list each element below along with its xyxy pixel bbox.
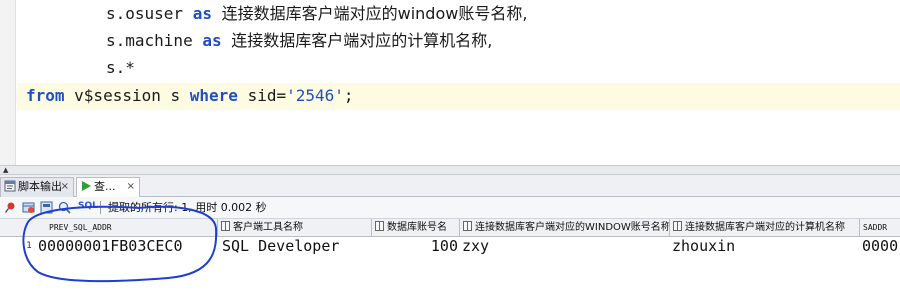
keyword-where: where bbox=[189, 86, 238, 105]
table-row[interactable]: 1 00000001FB03CEC0 SQL Developer 100 zxy… bbox=[0, 237, 900, 255]
column-icon bbox=[221, 221, 230, 231]
cell-db-account[interactable]: 100 bbox=[372, 237, 458, 255]
column-header-label: 连接数据库客户端对应的计算机名称 bbox=[685, 222, 845, 233]
code-line-2: s.machine as 连接数据库客户端对应的计算机名称, bbox=[106, 29, 492, 53]
column-icon bbox=[673, 221, 682, 231]
code-text: ; bbox=[343, 86, 354, 105]
column-icon bbox=[463, 221, 472, 231]
sql-button[interactable]: SQL bbox=[78, 201, 98, 211]
panel-splitter[interactable]: ▲▼ bbox=[0, 165, 900, 182]
query-result-icon bbox=[82, 181, 91, 191]
column-icon bbox=[37, 221, 46, 231]
string-literal: '2546' bbox=[286, 86, 344, 105]
column-header-machine[interactable]: 连接数据库客户端对应的计算机名称 bbox=[670, 219, 860, 237]
column-header-db-account[interactable]: 数据库账号名 bbox=[372, 219, 460, 237]
cell-machine[interactable]: zhouxin bbox=[672, 237, 858, 255]
editor-gutter bbox=[0, 0, 16, 165]
column-header-label: 数据库账号名 bbox=[387, 222, 447, 233]
keyword-as: as bbox=[192, 4, 212, 23]
keyword-from: from bbox=[26, 86, 65, 105]
output-tabs: 脚本输出 × 查... × bbox=[0, 175, 900, 197]
code-text: s.machine bbox=[106, 31, 203, 50]
tab-label: 查... bbox=[94, 180, 116, 193]
export-icon[interactable] bbox=[40, 201, 53, 214]
close-icon[interactable]: × bbox=[61, 178, 69, 196]
cell-window-account[interactable]: zxy bbox=[462, 237, 668, 255]
watermark bbox=[637, 10, 647, 23]
fetch-status: 提取的所有行: 1, 用时 0.002 秒 bbox=[108, 201, 267, 214]
code-line-4: from v$session s where sid='2546'; bbox=[26, 84, 354, 108]
cell-client-tool[interactable]: SQL Developer bbox=[222, 237, 372, 255]
result-grid: PREV_SQL_ADDR 客户端工具名称 数据库账号名 连接数据库客户端对应的… bbox=[0, 219, 900, 298]
tab-query-result[interactable]: 查... × bbox=[76, 177, 140, 197]
script-output-icon bbox=[4, 180, 16, 192]
cell-prev-sql-addr[interactable]: 00000001FB03CEC0 bbox=[38, 237, 218, 255]
row-number: 1 bbox=[26, 241, 32, 251]
column-header-label: 客户端工具名称 bbox=[233, 222, 303, 233]
close-icon[interactable]: × bbox=[127, 178, 135, 196]
keyword-as: as bbox=[202, 31, 222, 50]
toolbar-separator bbox=[100, 201, 101, 214]
column-header-label: PREV_SQL_ADDR bbox=[49, 223, 112, 232]
column-header-label: 连接数据库客户端对应的WINDOW账号名称 bbox=[475, 222, 670, 233]
refresh-icon[interactable] bbox=[22, 201, 35, 214]
result-toolbar: SQL 提取的所有行: 1, 用时 0.002 秒 bbox=[0, 197, 900, 219]
pin-icon[interactable] bbox=[4, 201, 17, 214]
column-alias: 连接数据库客户端对应的window账号名称, bbox=[221, 4, 528, 23]
cell-saddr[interactable]: 0000 bbox=[862, 237, 900, 255]
column-header-saddr[interactable]: SADDR bbox=[860, 219, 900, 237]
column-header-window-account[interactable]: 连接数据库客户端对应的WINDOW账号名称 bbox=[460, 219, 670, 237]
sql-editor[interactable]: s.osuser as 连接数据库客户端对应的window账号名称, s.mac… bbox=[0, 0, 900, 165]
tab-script-output[interactable]: 脚本输出 × bbox=[0, 177, 74, 197]
code-line-3: s.* bbox=[106, 56, 135, 80]
column-icon bbox=[375, 221, 384, 231]
code-text: s.osuser bbox=[106, 4, 193, 23]
column-header-prev-sql-addr[interactable]: PREV_SQL_ADDR bbox=[34, 219, 218, 237]
code-text: v$session s bbox=[64, 86, 190, 105]
column-header-client-tool[interactable]: 客户端工具名称 bbox=[218, 219, 372, 237]
find-icon[interactable] bbox=[58, 201, 71, 214]
column-alias: 连接数据库客户端对应的计算机名称, bbox=[231, 31, 493, 50]
column-header-label: SADDR bbox=[863, 223, 888, 232]
tab-label: 脚本输出 bbox=[18, 180, 62, 193]
code-line-1: s.osuser as 连接数据库客户端对应的window账号名称, bbox=[106, 2, 527, 26]
sql-developer-window: s.osuser as 连接数据库客户端对应的window账号名称, s.mac… bbox=[0, 0, 900, 298]
code-text: s.* bbox=[106, 58, 135, 77]
code-text: sid= bbox=[237, 86, 287, 105]
grid-header: PREV_SQL_ADDR 客户端工具名称 数据库账号名 连接数据库客户端对应的… bbox=[0, 219, 900, 237]
